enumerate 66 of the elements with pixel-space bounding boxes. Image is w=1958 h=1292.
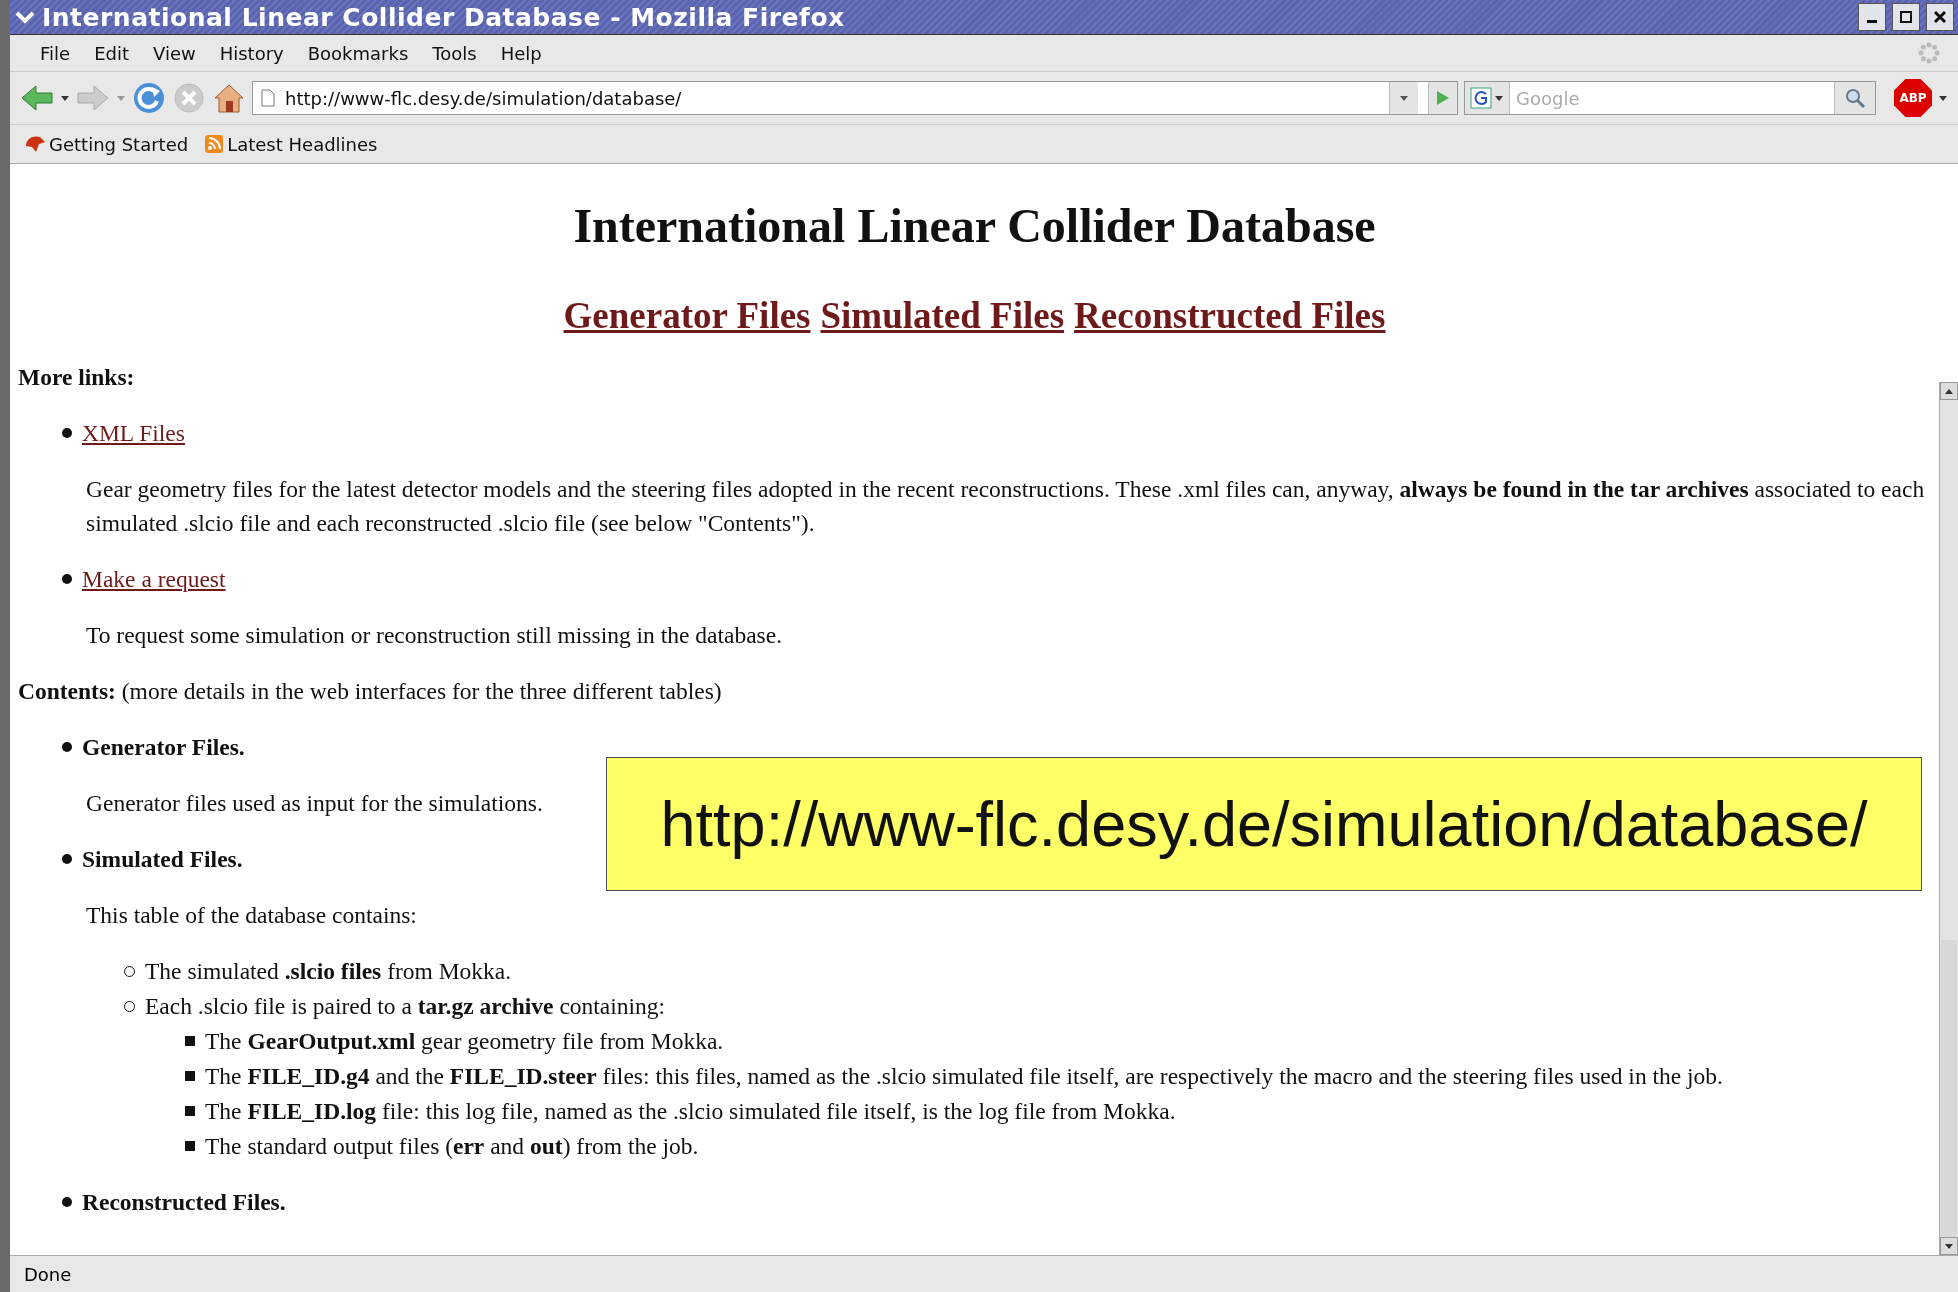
bullet-icon xyxy=(62,854,72,864)
close-icon xyxy=(1933,10,1947,24)
bookmark[interactable]: Latest Headlines xyxy=(204,133,378,155)
bullet-icon xyxy=(185,1036,195,1046)
bullet-icon xyxy=(185,1071,195,1081)
scroll-down-button[interactable] xyxy=(1940,1237,1958,1255)
list-title: Reconstructed Files. xyxy=(82,1188,286,1217)
scroll-up-button[interactable] xyxy=(1940,382,1958,400)
home-icon[interactable] xyxy=(212,82,246,114)
down-arrow-icon xyxy=(1944,1242,1954,1250)
paragraph: Generator files used as input for the simulations. xyxy=(85,789,544,818)
scrollbar-thumb[interactable] xyxy=(1941,940,1957,1237)
address-bar[interactable]: http://www-flc.desy.de/simulation/database/ xyxy=(252,81,1458,115)
url-callout: http://www-flc.desy.de/simulation/database/ xyxy=(606,757,1922,891)
bookmark[interactable]: Getting Started xyxy=(24,133,189,155)
menu-item[interactable]: Tools xyxy=(420,42,489,64)
list-title: Generator Files. xyxy=(82,733,245,762)
link[interactable]: Make a request xyxy=(82,562,226,596)
dropdown-icon[interactable] xyxy=(60,94,70,102)
paragraph: Gear geometry files for the latest detector models and the steering files adopted in the recent reconstructions. These .xml files can, anyway, always be found in the tar archives associated to each simulated .slcio file and each reconstructed .slcio file (see below "Contents"). xyxy=(85,475,1926,538)
list-item: The GearOutput.xml gear geometry file from Mokka. xyxy=(205,1027,724,1056)
caret-icon xyxy=(1399,94,1409,102)
window-title: International Linear Collider Database - Mozilla Firefox xyxy=(42,2,846,32)
maximize-icon xyxy=(1899,10,1913,24)
section-label: More links: xyxy=(18,363,136,392)
adblock-button[interactable]: ABP xyxy=(1894,79,1932,117)
play-icon xyxy=(1435,89,1451,107)
menu-item[interactable]: Help xyxy=(488,42,554,64)
bullet-icon xyxy=(62,428,72,438)
rss-icon xyxy=(204,134,225,154)
menu-item[interactable]: History xyxy=(207,42,296,64)
nav-link[interactable]: Reconstructed Files xyxy=(1074,294,1386,337)
list-item: Each .slcio file is paired to a tar.gz archive containing: xyxy=(145,992,666,1021)
menu-item[interactable]: View xyxy=(141,42,208,64)
page-icon xyxy=(261,89,275,107)
maximize-button[interactable] xyxy=(1892,3,1920,31)
list-item: The standard output files (err and out) from the job. xyxy=(205,1132,699,1161)
dropdown-button[interactable] xyxy=(1389,82,1418,114)
minimize-button[interactable] xyxy=(1858,3,1886,31)
menu-item[interactable]: Edit xyxy=(82,42,141,64)
link[interactable]: XML Files xyxy=(82,416,185,450)
bullet-icon xyxy=(62,574,72,584)
bullet-icon xyxy=(185,1106,195,1116)
back-arrow-icon[interactable] xyxy=(20,83,54,113)
list-title: Simulated Files. xyxy=(82,845,243,874)
close-button[interactable] xyxy=(1926,3,1954,31)
list-item: The simulated .slcio files from Mokka. xyxy=(145,957,512,986)
dropdown-icon[interactable] xyxy=(1938,94,1948,102)
throbber-icon xyxy=(1918,42,1940,64)
list-item: The FILE_ID.g4 and the FILE_ID.steer files: this files, named as the .slcio simulated file itself, are respectively the macro and the steering files used in the job. xyxy=(205,1062,1723,1091)
section-label: Contents: (more details in the web interfaces for the three different tables) xyxy=(18,677,723,706)
nav-link[interactable]: Generator Files xyxy=(563,294,811,337)
bullet-icon xyxy=(62,742,72,752)
nav-link[interactable]: Simulated Files xyxy=(820,294,1065,337)
reload-icon[interactable] xyxy=(132,81,166,115)
paragraph: To request some simulation or reconstruction still missing in the database. xyxy=(85,621,784,650)
bird-icon xyxy=(24,134,46,154)
up-arrow-icon xyxy=(1944,387,1954,395)
list-item: The FILE_ID.log file: this log file, named as the .slcio simulated file itself, is the log file from Mokka. xyxy=(205,1097,1176,1126)
page-heading: International Linear Collider Database xyxy=(572,198,1377,254)
menu-item[interactable]: Bookmarks xyxy=(295,42,421,64)
menu-item[interactable]: File xyxy=(28,42,83,64)
minimize-icon xyxy=(1867,19,1877,23)
bullet-icon xyxy=(185,1141,195,1151)
paragraph: This table of the database contains: xyxy=(85,901,418,930)
bullet-icon xyxy=(62,1197,72,1207)
